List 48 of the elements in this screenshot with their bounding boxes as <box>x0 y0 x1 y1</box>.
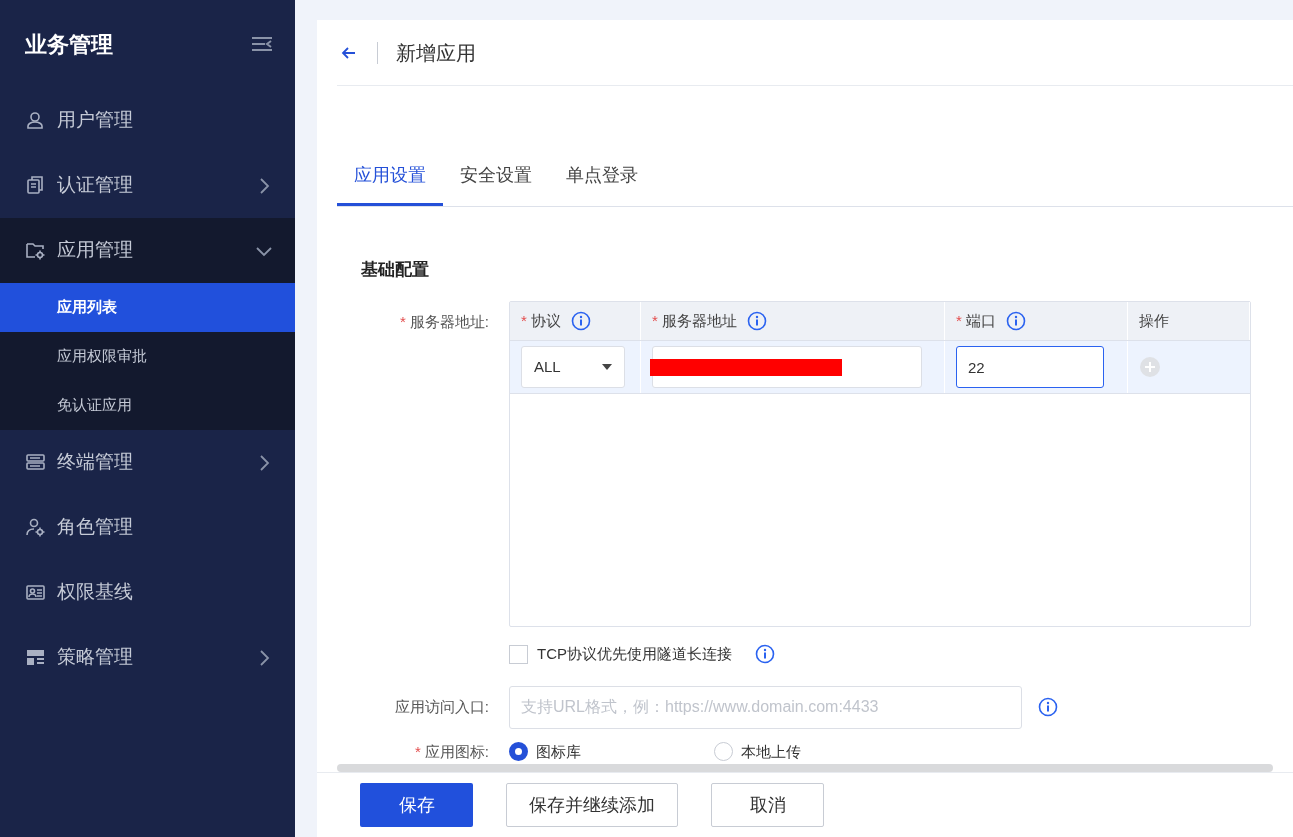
address-field[interactable] <box>652 346 922 388</box>
layout-icon <box>25 647 46 668</box>
sidebar-item[interactable]: 终端管理 <box>0 430 295 495</box>
submenu-item[interactable]: 应用列表 <box>0 283 295 332</box>
submenu-item[interactable]: 免认证应用 <box>0 381 295 430</box>
sidebar-item[interactable]: 应用管理 <box>0 218 295 283</box>
user-gear-icon <box>25 517 46 538</box>
tab[interactable]: 单点登录 <box>549 148 655 206</box>
page-title: 新增应用 <box>396 40 476 66</box>
sidebar-item[interactable]: 用户管理 <box>0 88 295 153</box>
url-field[interactable]: 支持URL格式，例：https://www.domain.com:4433 <box>509 685 1022 729</box>
button[interactable]: 保存并继续添加 <box>506 783 678 827</box>
sidebar-item[interactable]: 认证管理 <box>0 153 295 218</box>
id-card-icon <box>25 582 46 603</box>
column-header: * 服务器地址 <box>641 302 945 340</box>
sidebar-title: 业务管理 <box>25 30 113 59</box>
info-icon[interactable] <box>755 644 775 665</box>
field-label: * 应用图标: <box>415 741 489 762</box>
document-icon <box>25 175 46 196</box>
user-icon <box>25 110 46 131</box>
sidebar-item[interactable]: 角色管理 <box>0 495 295 560</box>
field-label: * 服务器地址: <box>400 312 489 332</box>
button[interactable]: 取消 <box>711 783 824 827</box>
port-field[interactable]: 22 <box>956 346 1104 388</box>
info-icon[interactable] <box>1038 697 1058 717</box>
info-icon[interactable] <box>746 311 767 331</box>
sidebar-item[interactable]: 权限基线 <box>0 560 295 625</box>
sidebar-item[interactable]: 策略管理 <box>0 625 295 690</box>
column-header: * 端口 <box>945 302 1128 340</box>
protocol-select[interactable]: ALL <box>521 346 625 388</box>
button[interactable]: 保存 <box>360 783 473 827</box>
caret-icon <box>602 364 612 370</box>
tab[interactable]: 应用设置 <box>337 148 443 206</box>
folder-gear-icon <box>25 240 46 261</box>
checkbox-label: TCP协议优先使用隧道长连接 <box>537 644 732 664</box>
section-title: 基础配置 <box>361 259 430 281</box>
info-icon[interactable] <box>570 311 591 331</box>
radio-option[interactable]: 本地上传 <box>714 740 919 763</box>
info-icon[interactable] <box>1005 311 1026 331</box>
submenu-item[interactable]: 应用权限审批 <box>0 332 295 381</box>
collapse-menu-icon[interactable] <box>251 35 273 53</box>
field-label: 应用访问入口: <box>394 696 489 717</box>
column-header: 操作 <box>1128 302 1250 340</box>
server-icon <box>25 452 46 473</box>
tab[interactable]: 安全设置 <box>443 148 549 206</box>
checkbox[interactable] <box>509 644 528 664</box>
column-header: * 协议 <box>510 302 641 340</box>
horizontal-scrollbar[interactable] <box>337 764 1273 772</box>
